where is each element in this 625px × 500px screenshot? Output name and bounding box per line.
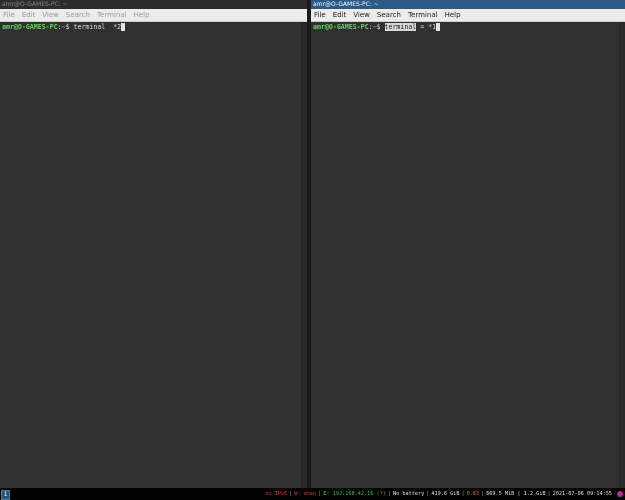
scrollbar-right[interactable] <box>619 22 625 488</box>
status-wifi: W: down <box>294 491 317 497</box>
desktop: amr@O-GAMES-PC: ~ File Edit View Search … <box>0 0 625 500</box>
status-ipv6: no IPv6 <box>265 491 288 497</box>
menu-terminal-left[interactable]: Terminal <box>97 11 127 19</box>
terminal-cursor-right <box>436 23 441 31</box>
terminal-window-right[interactable]: amr@O-GAMES-PC: ~ File Edit View Search … <box>311 0 625 488</box>
menu-file-right[interactable]: File <box>314 11 326 19</box>
command-rest-right: = *1 <box>416 23 437 31</box>
menu-help-left[interactable]: Help <box>134 11 150 19</box>
workspace-button[interactable]: 1 <box>1 490 10 500</box>
menu-view-left[interactable]: View <box>42 11 59 19</box>
menu-search-left[interactable]: Search <box>66 11 90 19</box>
status-disk: 419.6 GiB <box>431 491 460 497</box>
status-blocks: no IPv6 | W: down | E: 192.168.42.16 (?)… <box>264 488 613 500</box>
status-memory: 669.5 MiB | 1.2 GiB <box>486 491 546 497</box>
window-title-left[interactable]: amr@O-GAMES-PC: ~ <box>0 0 307 9</box>
prompt-user-left: amr@O-GAMES-PC <box>2 23 58 31</box>
prompt-symbol-left: $ <box>65 23 70 31</box>
terminal-area-right[interactable]: amr@O-GAMES-PC:~$ terminal = *1 <box>311 22 620 488</box>
tray-app-icon[interactable] <box>617 491 623 497</box>
terminal-area-left[interactable]: amr@O-GAMES-PC:~$ terminal *2 <box>0 22 302 488</box>
status-ethernet: E: 192.168.42.16 (?) <box>323 491 386 497</box>
status-battery: No battery <box>392 491 425 497</box>
menu-edit-left[interactable]: Edit <box>22 11 36 19</box>
window-title-right[interactable]: amr@O-GAMES-PC: ~ <box>311 0 625 9</box>
menu-help-right[interactable]: Help <box>445 11 461 19</box>
menubar-left: File Edit View Search Terminal Help <box>0 9 307 22</box>
menu-file-left[interactable]: File <box>3 11 15 19</box>
status-bar: 1 no IPv6 | W: down | E: 192.168.42.16 (… <box>0 488 625 500</box>
menubar-right: File Edit View Search Terminal Help <box>311 9 625 22</box>
prompt-symbol-right: $ <box>376 23 381 31</box>
menu-view-right[interactable]: View <box>353 11 370 19</box>
status-load: 0.83 <box>466 491 480 497</box>
command-text-left: terminal *2 <box>73 23 122 31</box>
status-datetime: 2021-07-06 09:14:55 <box>552 491 612 497</box>
menu-terminal-right[interactable]: Terminal <box>408 11 438 19</box>
command-selected-right[interactable]: terminal <box>384 23 417 31</box>
menu-edit-right[interactable]: Edit <box>333 11 347 19</box>
terminal-cursor-left <box>121 23 126 31</box>
menu-search-right[interactable]: Search <box>377 11 401 19</box>
prompt-user-right: amr@O-GAMES-PC <box>313 23 369 31</box>
terminal-window-left[interactable]: amr@O-GAMES-PC: ~ File Edit View Search … <box>0 0 307 488</box>
